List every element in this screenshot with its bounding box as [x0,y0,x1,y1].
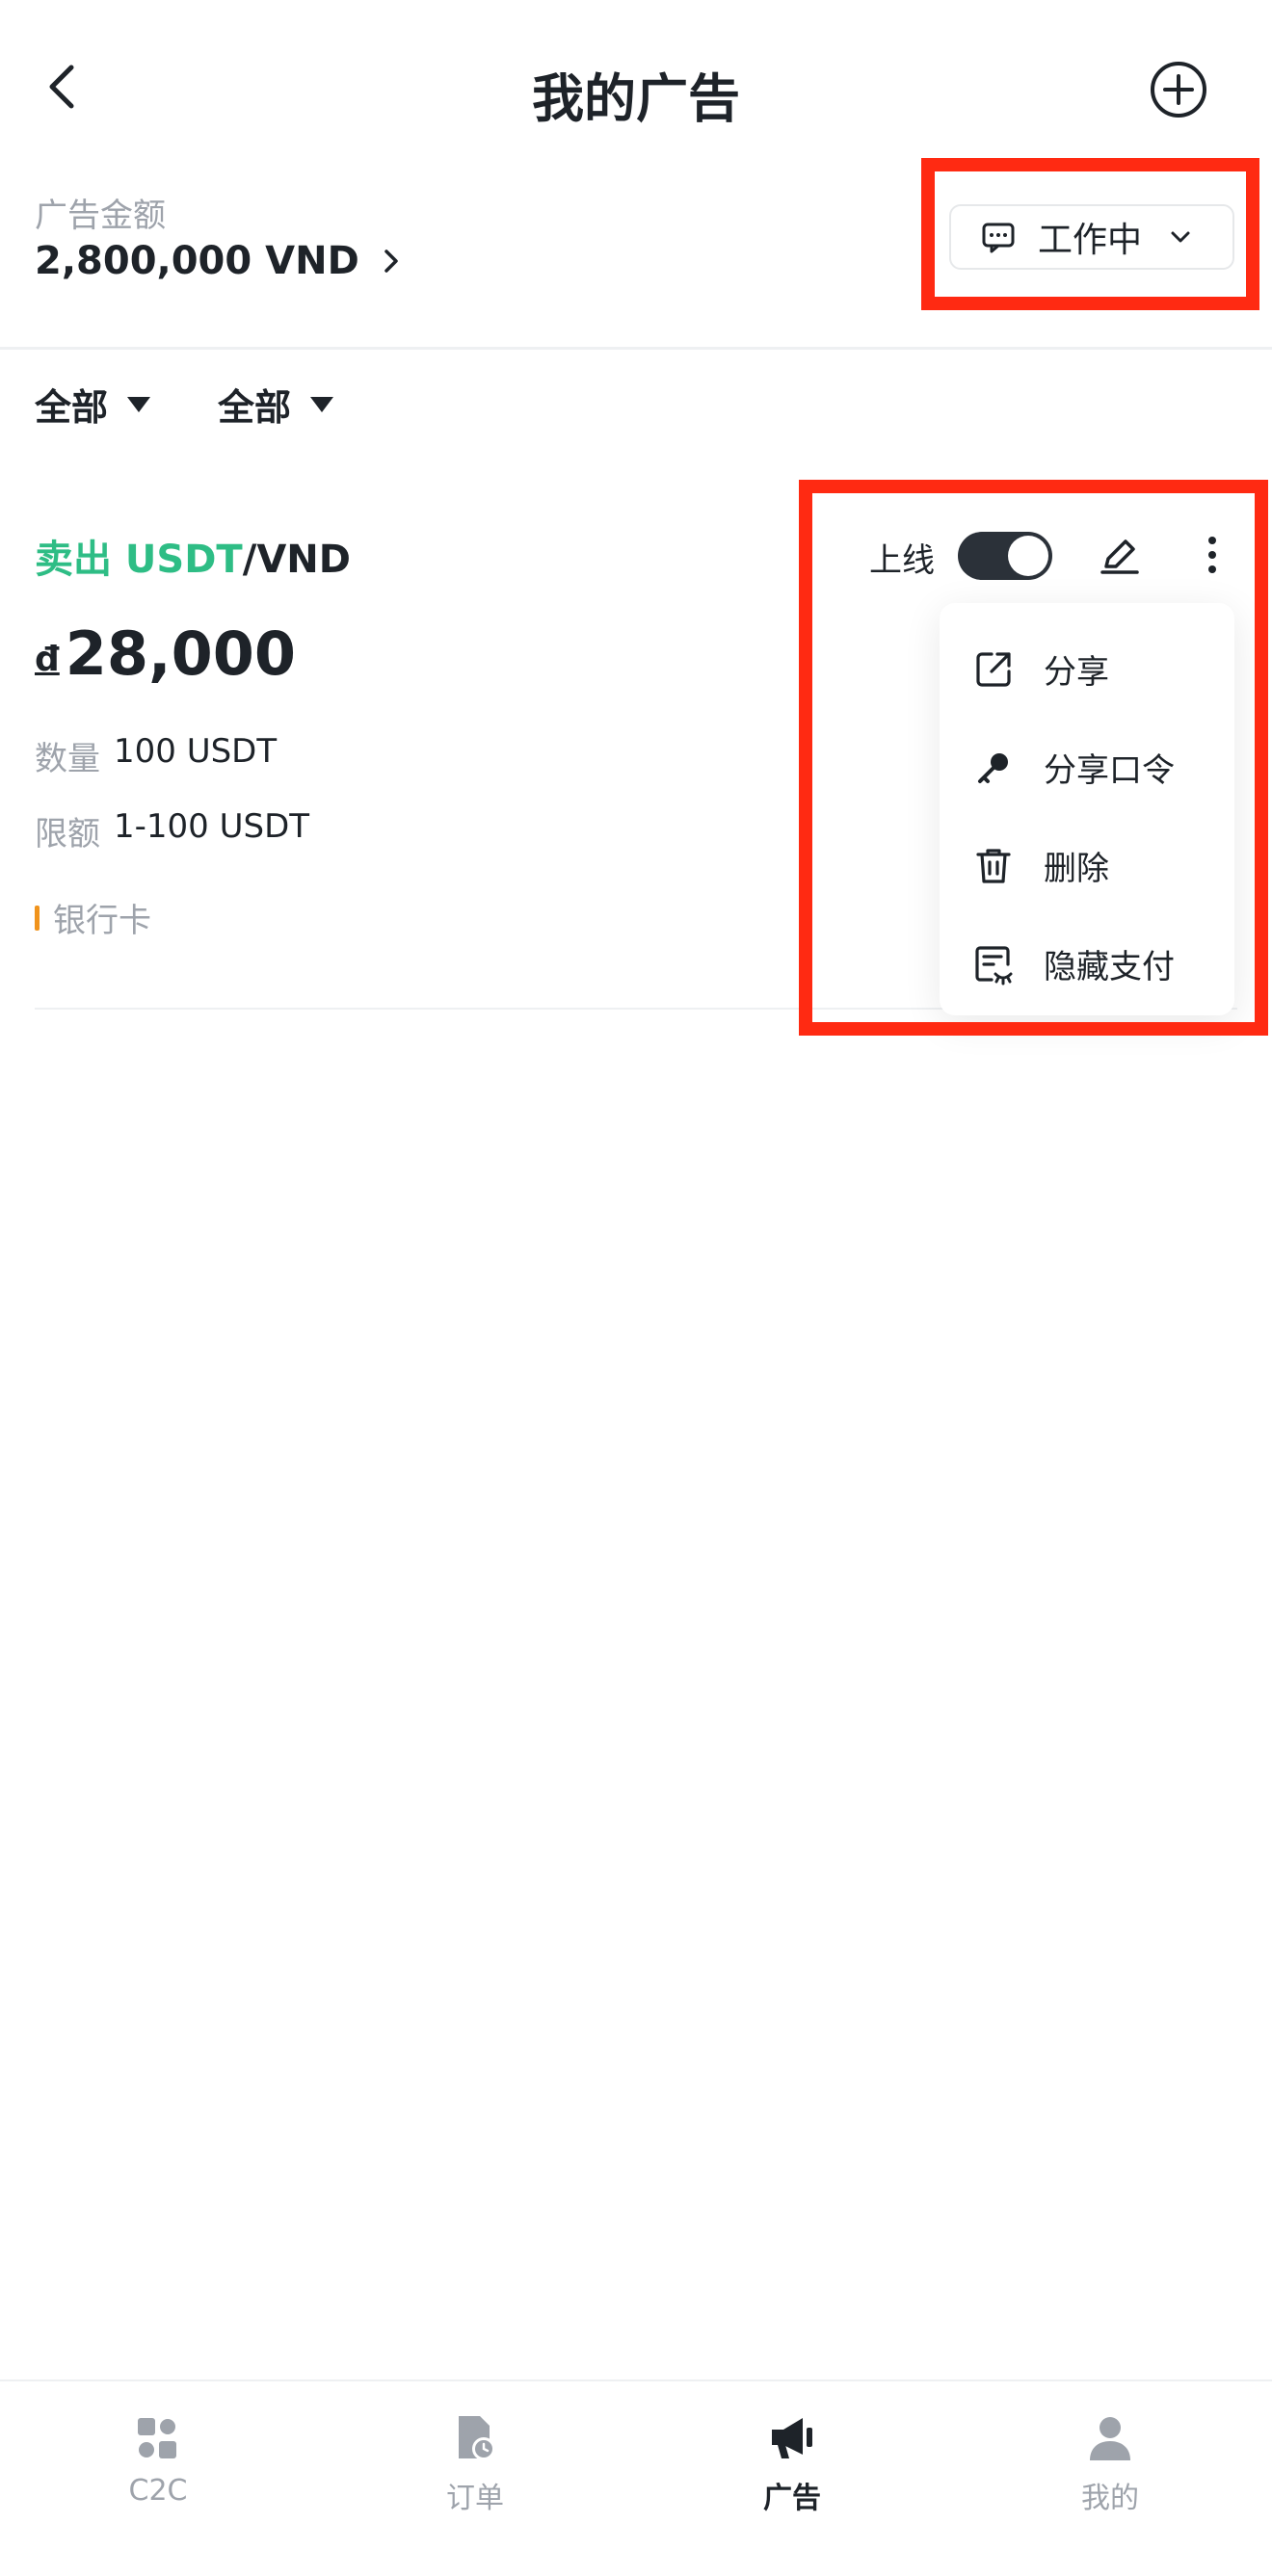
chevron-right-icon [384,250,398,273]
ad-quantity: 数量 100 USDT [35,732,277,779]
tab-me[interactable]: 我的 [1014,2412,1206,2516]
payment-method: 银行卡 [35,894,151,941]
payment-method-label: 银行卡 [53,902,151,940]
filter-label: 全部 [35,386,109,429]
tab-label: 我的 [1081,2482,1139,2515]
ad-limit: 限额 1-100 USDT [35,807,309,854]
ad-amount-value: 2,800,000 VND [35,239,359,283]
ad-price: đ 28,000 [35,618,296,689]
filter-bar: 全部 全部 [35,378,401,431]
tab-c2c[interactable]: C2C [62,2412,254,2508]
bottom-tab-bar: C2C 订单 广告 我的 [0,2379,1272,2576]
quantity-label: 数量 [35,740,100,778]
header: 我的广告 [0,0,1272,183]
highlight-box-menu [799,480,1268,1036]
ad-title: 卖出 USDT/VND [35,528,351,584]
page-title: 我的广告 [532,68,740,129]
triangle-down-icon [310,396,334,412]
section-divider [0,347,1272,350]
quantity-value: 100 USDT [114,732,278,771]
c2c-icon [138,2418,176,2458]
ad-amount-label: 广告金额 [35,197,166,235]
add-ad-button[interactable] [1149,60,1208,119]
tab-label: 订单 [446,2482,504,2515]
tab-orders[interactable]: 订单 [379,2412,571,2516]
highlight-box-status [921,158,1259,310]
ad-amount-link[interactable]: 2,800,000 VND [35,239,406,283]
tab-label: C2C [128,2474,188,2508]
currency-symbol: đ [35,640,60,679]
orders-icon [459,2416,495,2460]
ad-side: 卖出 USDT [35,538,243,582]
plus-circle-icon [1151,62,1206,118]
megaphone-icon [772,2418,812,2458]
ad-pair: /VND [242,538,351,582]
limit-label: 限额 [35,815,100,854]
ad-price-value: 28,000 [65,618,297,689]
triangle-down-icon [127,396,151,412]
user-icon [1090,2417,1130,2460]
filter-dropdown-1[interactable]: 全部 [35,378,151,431]
limit-value: 1-100 USDT [114,807,310,846]
filter-dropdown-2[interactable]: 全部 [218,378,334,431]
tab-label: 广告 [763,2482,821,2515]
filter-label: 全部 [218,386,292,429]
tab-ads[interactable]: 广告 [696,2412,888,2516]
payment-indicator [35,905,40,931]
